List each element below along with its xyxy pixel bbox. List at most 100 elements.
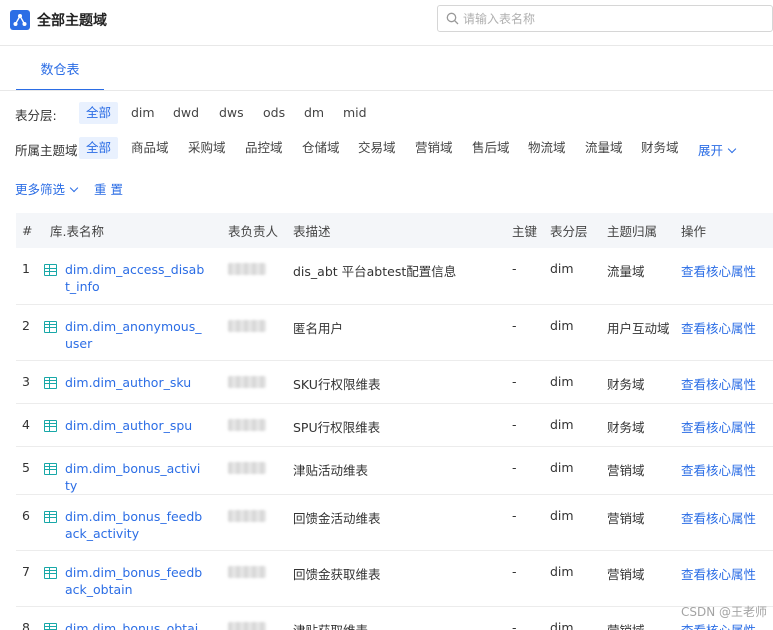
layer-chip-mid[interactable]: mid (336, 102, 374, 124)
domain-chip-goods[interactable]: 商品域 (124, 137, 176, 159)
domain-cell: 财务域 (601, 360, 675, 404)
layer-chip-dm[interactable]: dm (297, 102, 331, 124)
table-name-link[interactable]: dim.dim_author_spu (65, 417, 205, 434)
layer-chip-all[interactable]: 全部 (79, 102, 119, 124)
table-name-cell[interactable]: dim.dim_bonus_obtain (44, 606, 222, 630)
row-index: 4 (16, 403, 44, 447)
owner-redacted (228, 461, 266, 474)
table-name-cell[interactable]: dim.dim_bonus_activity (44, 446, 222, 495)
table-name-cell[interactable]: dim.dim_author_sku (44, 360, 222, 404)
table-name-cell[interactable]: dim.dim_bonus_feedback_activity (44, 494, 222, 551)
primary-key-cell: - (506, 304, 544, 361)
col-description: 表描述 (293, 224, 331, 239)
table-name-cell[interactable]: dim.dim_anonymous_user (44, 304, 222, 361)
table-name-cell[interactable]: dim.dim_access_disabt_info (44, 248, 222, 305)
domain-chip-logistics[interactable]: 物流域 (521, 137, 573, 159)
description-cell: 回馈金获取维表 (287, 550, 506, 607)
row-index: 2 (16, 304, 44, 361)
table-row: 3 dim.dim_author_sku SKU行权限维表 - dim 财务域 查看核心属性 (16, 360, 773, 404)
layer-chip-dim[interactable]: dim (124, 102, 162, 124)
col-primary-key: 主键 (512, 224, 538, 239)
table-icon (44, 622, 57, 630)
page-title: 全部主题域 (37, 13, 107, 29)
search-box[interactable] (437, 5, 773, 32)
table-name-link[interactable]: dim.dim_bonus_feedback_obtain (65, 564, 205, 598)
search-input[interactable] (463, 10, 763, 27)
col-table-name: 库.表名称 (50, 224, 104, 239)
table-name-link[interactable]: dim.dim_access_disabt_info (65, 261, 205, 295)
owner-cell (222, 494, 287, 551)
chevron-down-icon (727, 144, 737, 154)
description-cell: 匿名用户 (287, 304, 506, 361)
table-row: 1 dim.dim_access_disabt_info dis_abt 平台abt… (16, 248, 773, 305)
owner-redacted (228, 263, 266, 275)
description-cell: dis_abt 平台abtest配置信息 (287, 248, 506, 305)
domain-chip-aftersale[interactable]: 售后域 (465, 137, 517, 159)
table-name-link[interactable]: dim.dim_bonus_activity (65, 460, 205, 494)
expand-label: 展开 (698, 143, 724, 158)
owner-cell (222, 403, 287, 447)
domain-cell: 流量域 (601, 248, 675, 305)
domain-cell: 营销域 (601, 550, 675, 607)
expand-button[interactable]: 展开 (698, 140, 737, 159)
table-header: # 库.表名称 表负责人 表描述 主键 表分层 主题归属 操作 (16, 213, 773, 248)
table-icon (44, 566, 57, 579)
domain-chip-marketing[interactable]: 营销域 (408, 137, 460, 159)
row-index: 6 (16, 494, 44, 551)
domain-chip-quality[interactable]: 品控域 (238, 137, 290, 159)
tab-divider (0, 90, 773, 91)
owner-cell (222, 248, 287, 305)
col-actions: 操作 (681, 224, 707, 239)
tab-warehouse-tables[interactable]: 数仓表 (16, 55, 104, 91)
table-name-cell[interactable]: dim.dim_bonus_feedback_obtain (44, 550, 222, 607)
reset-button[interactable]: 重 置 (94, 179, 123, 198)
watermark: CSDN @王老师 (680, 605, 767, 619)
col-owner: 表负责人 (228, 224, 279, 239)
row-index: 3 (16, 360, 44, 404)
table-name-link[interactable]: dim.dim_anonymous_user (65, 318, 205, 352)
table-row: 4 dim.dim_author_spu SPU行权限维表 - dim 财务域 查看核心属性 (16, 403, 773, 447)
layer-cell: dim (544, 446, 601, 495)
layer-chip-dwd[interactable]: dwd (166, 102, 206, 124)
table-row: 8dim.dim_bonus_obtain津贴获取维表-dim营销域查看核心属性 (16, 606, 773, 630)
tables-list: # 库.表名称 表负责人 表描述 主键 表分层 主题归属 操作 1 dim.dim… (16, 213, 773, 630)
owner-redacted (228, 621, 266, 630)
view-attributes-link[interactable]: 查看核心属性 (675, 446, 773, 495)
table-icon (44, 264, 57, 276)
domain-chip-purchase[interactable]: 采购域 (181, 137, 233, 159)
view-attributes-link[interactable]: 查看核心属性 (675, 494, 773, 551)
owner-cell (222, 606, 287, 630)
description-cell: SPU行权限维表 (287, 403, 506, 447)
view-attributes-link[interactable]: 查看核心属性 (675, 304, 773, 361)
owner-redacted (228, 565, 266, 578)
row-index: 5 (16, 446, 44, 495)
table-name-cell[interactable]: dim.dim_author_spu (44, 403, 222, 447)
table-row: 2 dim.dim_anonymous_user 匿名用户 - dim 用户互动域 查看核心… (16, 304, 773, 361)
domain-cell: 财务域 (601, 403, 675, 447)
view-attributes-link[interactable]: 查看核心属性 (675, 248, 773, 305)
layer-chip-dws[interactable]: dws (212, 102, 251, 124)
primary-key-cell: - (506, 403, 544, 447)
table-name-link[interactable]: dim.dim_bonus_feedback_activity (65, 508, 205, 542)
view-attributes-link[interactable]: 查看核心属性 (675, 403, 773, 447)
layer-cell: dim (544, 494, 601, 551)
col-layer: 表分层 (550, 224, 588, 239)
view-attributes-link[interactable]: 查看核心属性 (675, 360, 773, 404)
table-name-link[interactable]: dim.dim_bonus_obtain (65, 620, 205, 630)
primary-key-cell: - (506, 360, 544, 404)
row-index: 1 (16, 248, 44, 305)
table-icon (44, 510, 57, 523)
domain-chip-storage[interactable]: 仓储域 (295, 137, 347, 159)
app-logo-icon (10, 10, 30, 30)
layer-cell: dim (544, 360, 601, 404)
more-filters-button[interactable]: 更多筛选 (15, 179, 79, 198)
domain-chip-all[interactable]: 全部 (79, 137, 119, 159)
layer-chip-ods[interactable]: ods (256, 102, 292, 124)
view-attributes-link[interactable]: 查看核心属性 (675, 550, 773, 607)
domain-chip-traffic[interactable]: 流量域 (578, 137, 630, 159)
domain-chip-trade[interactable]: 交易域 (351, 137, 403, 159)
more-filters-label: 更多筛选 (15, 182, 66, 197)
domain-chip-finance[interactable]: 财务域 (634, 137, 686, 159)
table-name-link[interactable]: dim.dim_author_sku (65, 374, 205, 391)
description-cell: 津贴活动维表 (287, 446, 506, 495)
